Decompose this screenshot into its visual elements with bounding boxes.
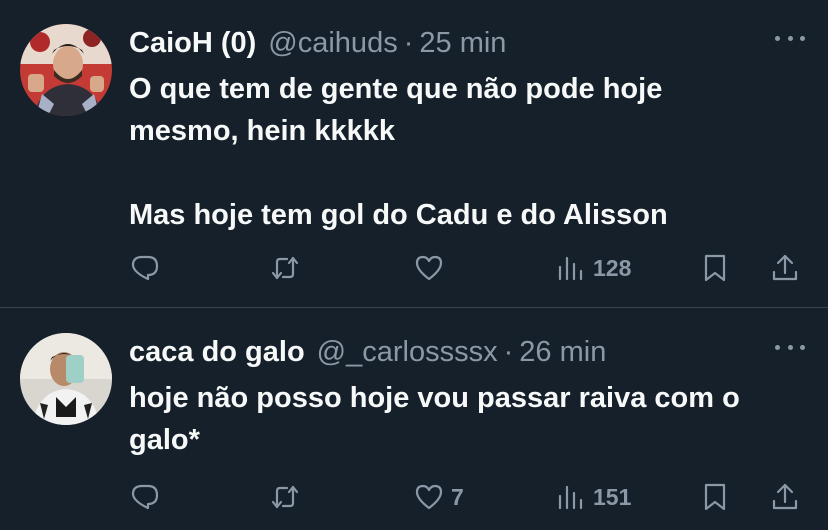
views-count: 128 [593, 254, 632, 281]
like-count: 7 [451, 483, 464, 510]
tweet-feed: CaioH (0) @caihuds · 25 min O que tem de… [0, 0, 828, 530]
tweet-actions: 128 [129, 250, 809, 286]
timestamp[interactable]: 25 min [419, 27, 506, 60]
views-button[interactable]: 128 [555, 252, 631, 284]
reply-icon [131, 255, 159, 281]
retweet-icon [271, 485, 299, 509]
tweet[interactable]: CaioH (0) @caihuds · 25 min O que tem de… [0, 0, 828, 308]
tweet[interactable]: caca do galo @_carlossssx · 26 min hoje … [0, 308, 828, 530]
retweet-button[interactable] [269, 481, 307, 513]
bookmark-button[interactable] [699, 481, 731, 513]
tweet-header: caca do galo @_carlossssx · 26 min [129, 333, 809, 371]
like-icon [415, 255, 443, 281]
avatar[interactable] [20, 333, 112, 425]
reply-button[interactable] [129, 252, 167, 284]
retweet-icon [271, 256, 299, 280]
reply-button[interactable] [129, 481, 167, 513]
avatar[interactable] [20, 24, 112, 116]
share-button[interactable] [769, 252, 801, 284]
tweet-text: hoje não posso hoje vou passar raiva com… [129, 382, 740, 456]
retweet-button[interactable] [269, 252, 307, 284]
author-name[interactable]: CaioH (0) [129, 27, 256, 60]
tweet-actions: 7 151 [129, 479, 809, 515]
author-handle[interactable]: @caihuds [268, 27, 397, 60]
separator: · [403, 26, 414, 59]
bookmark-button[interactable] [699, 252, 731, 284]
more-icon[interactable] [775, 28, 805, 48]
views-icon [558, 256, 583, 281]
author-handle[interactable]: @_carlossssx [317, 336, 498, 369]
timestamp[interactable]: 26 min [519, 336, 606, 369]
separator: · [503, 335, 514, 368]
more-icon[interactable] [775, 337, 805, 357]
tweet-body: caca do galo @_carlossssx · 26 min hoje … [129, 333, 809, 530]
views-icon [558, 485, 583, 510]
author-name[interactable]: caca do galo [129, 336, 305, 369]
like-button[interactable]: 7 [413, 481, 464, 513]
reply-icon [131, 484, 159, 510]
share-icon [772, 483, 798, 510]
views-button[interactable]: 151 [555, 481, 631, 513]
tweet-body: CaioH (0) @caihuds · 25 min O que tem de… [129, 24, 809, 307]
bookmark-icon [704, 483, 726, 511]
like-icon [415, 484, 443, 510]
share-icon [772, 254, 798, 281]
share-button[interactable] [769, 481, 801, 513]
views-count: 151 [593, 483, 632, 510]
bookmark-icon [704, 254, 726, 282]
tweet-text: O que tem de gente que não pode hoje mes… [129, 73, 668, 231]
like-button[interactable] [413, 252, 451, 284]
tweet-header: CaioH (0) @caihuds · 25 min [129, 24, 809, 62]
